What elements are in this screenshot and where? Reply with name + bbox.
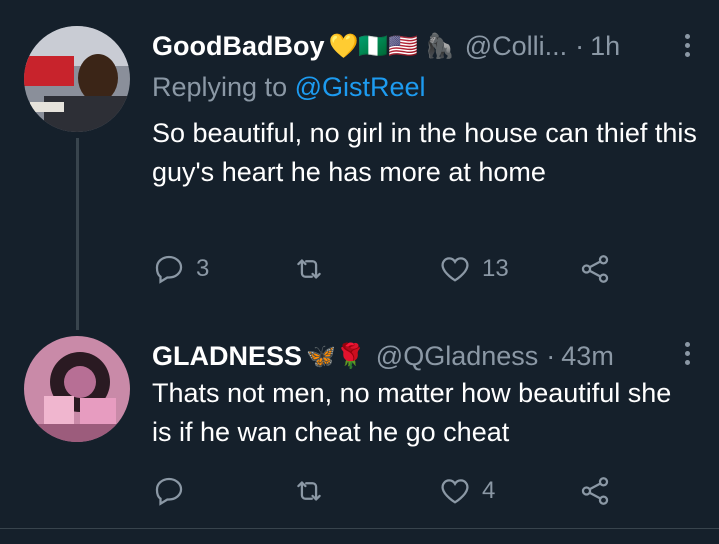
like-button[interactable]: 4	[438, 474, 495, 508]
replying-prefix: Replying to	[152, 72, 288, 102]
share-button[interactable]	[578, 474, 612, 508]
share-button[interactable]	[578, 252, 612, 286]
avatar[interactable]	[24, 26, 130, 132]
name-emojis: 💛🇳🇬🇺🇸 🦍	[328, 32, 455, 60]
name-emojis: 🦋🌹	[306, 342, 366, 370]
more-options-icon[interactable]	[675, 30, 699, 60]
reply-count: 3	[196, 255, 210, 282]
tweet-actions: 3 13	[152, 252, 622, 288]
replying-mention-link[interactable]: @GistReel	[295, 72, 426, 102]
handle[interactable]: @QGladness	[376, 341, 538, 372]
separator-dot: ·	[546, 340, 556, 371]
timestamp[interactable]: 43m	[561, 341, 614, 372]
retweet-button[interactable]	[292, 474, 336, 508]
like-button[interactable]: 13	[438, 252, 509, 286]
avatar[interactable]	[24, 336, 130, 442]
tweet-header: GoodBadBoy 💛🇳🇬🇺🇸 🦍 @Colli... · 1h	[152, 28, 695, 64]
tweet-gladness[interactable]: GLADNESS 🦋🌹 @QGladness · 43m Thats not m…	[0, 320, 719, 528]
thread-line	[76, 138, 79, 330]
tweet-text: So beautiful, no girl in the house can t…	[152, 118, 697, 187]
like-count: 13	[482, 255, 509, 282]
retweet-button[interactable]	[292, 252, 336, 286]
heart-icon	[441, 479, 469, 504]
separator-dot: ·	[575, 30, 585, 61]
handle[interactable]: @Colli...	[465, 31, 567, 62]
more-options-icon[interactable]	[675, 338, 699, 368]
retweet-icon	[297, 481, 321, 501]
tweet-goodbadboy[interactable]: GoodBadBoy 💛🇳🇬🇺🇸 🦍 @Colli... · 1h Replyi…	[0, 0, 719, 330]
display-name[interactable]: GoodBadBoy	[152, 31, 325, 62]
like-count: 4	[482, 477, 496, 504]
tweet-actions: 4	[152, 474, 622, 510]
tweet-header: GLADNESS 🦋🌹 @QGladness · 43m	[152, 338, 695, 374]
share-icon	[581, 255, 609, 283]
share-icon	[581, 477, 609, 505]
divider	[0, 528, 719, 529]
retweet-icon	[297, 259, 321, 279]
reply-button[interactable]	[152, 474, 196, 508]
tweet-text: Thats not men, no matter how beautiful s…	[152, 378, 672, 447]
reply-button[interactable]: 3	[152, 252, 209, 286]
reply-icon	[155, 255, 183, 284]
replying-to: Replying to @GistReel	[152, 72, 426, 103]
reply-icon	[155, 477, 183, 506]
heart-icon	[441, 257, 469, 282]
timestamp[interactable]: 1h	[590, 31, 620, 62]
display-name[interactable]: GLADNESS	[152, 341, 302, 372]
